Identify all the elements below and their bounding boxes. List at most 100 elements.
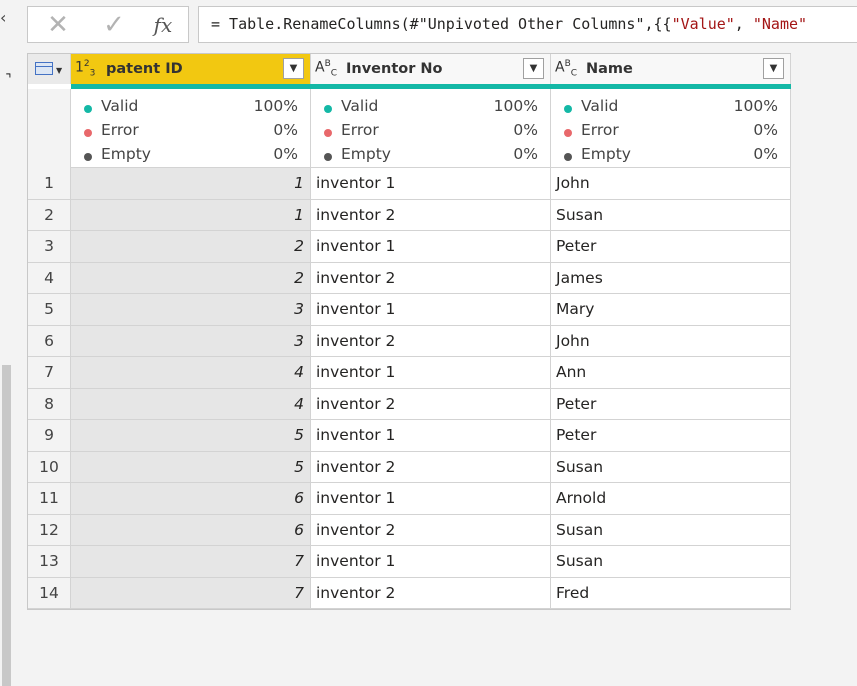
- row-number[interactable]: 8: [28, 388, 71, 419]
- column-header-patent-id[interactable]: 123 patent ID ▼: [71, 54, 311, 84]
- cell-name[interactable]: Susan: [551, 199, 791, 230]
- row-number[interactable]: 9: [28, 420, 71, 451]
- cell-patent-id[interactable]: 5: [71, 451, 311, 482]
- cell-name[interactable]: Peter: [551, 231, 791, 262]
- cell-name[interactable]: Ann: [551, 357, 791, 388]
- table-row[interactable]: 4 2 inventor 2 James: [28, 262, 791, 294]
- cell-inventor-no[interactable]: inventor 1: [311, 546, 551, 577]
- cancel-icon[interactable]: ✕: [38, 7, 78, 42]
- cell-patent-id[interactable]: 3: [71, 325, 311, 356]
- table-row[interactable]: 6 3 inventor 2 John: [28, 325, 791, 357]
- valid-percent: 100%: [493, 97, 538, 115]
- row-number[interactable]: 11: [28, 483, 71, 514]
- cell-inventor-no[interactable]: inventor 1: [311, 231, 551, 262]
- cell-name[interactable]: Mary: [551, 294, 791, 325]
- row-number[interactable]: 4: [28, 262, 71, 293]
- row-number[interactable]: 14: [28, 577, 71, 608]
- cell-patent-id[interactable]: 4: [71, 357, 311, 388]
- cell-inventor-no[interactable]: inventor 1: [311, 420, 551, 451]
- text-type-icon[interactable]: ABC: [555, 59, 577, 78]
- cell-patent-id[interactable]: 1: [71, 168, 311, 199]
- row-number[interactable]: 12: [28, 514, 71, 545]
- left-scrollbar[interactable]: [2, 365, 11, 686]
- cell-patent-id[interactable]: 7: [71, 577, 311, 608]
- cell-patent-id[interactable]: 4: [71, 388, 311, 419]
- whole-number-type-icon[interactable]: 123: [75, 59, 95, 78]
- row-number[interactable]: 5: [28, 294, 71, 325]
- row-number[interactable]: 2: [28, 199, 71, 230]
- cell-inventor-no[interactable]: inventor 2: [311, 577, 551, 608]
- text-type-icon[interactable]: ABC: [315, 59, 337, 78]
- cell-inventor-no[interactable]: inventor 1: [311, 357, 551, 388]
- filter-dropdown-icon[interactable]: ▼: [763, 58, 784, 79]
- cell-patent-id[interactable]: 6: [71, 514, 311, 545]
- table-body: 1 1 inventor 1 John 2 1 inventor 2 Susan 3 2 inven…: [28, 168, 791, 609]
- left-panel-edge: ‹ ⌃: [0, 0, 16, 686]
- column-header-name[interactable]: ABC Name ▼: [551, 54, 791, 84]
- cell-patent-id[interactable]: 1: [71, 199, 311, 230]
- table-row[interactable]: 1 1 inventor 1 John: [28, 168, 791, 200]
- commit-icon[interactable]: ✓: [94, 7, 134, 42]
- table-row[interactable]: 3 2 inventor 1 Peter: [28, 231, 791, 263]
- cell-inventor-no[interactable]: inventor 2: [311, 199, 551, 230]
- empty-dot-icon: [564, 153, 572, 161]
- row-number[interactable]: 13: [28, 546, 71, 577]
- cell-inventor-no[interactable]: inventor 2: [311, 325, 551, 356]
- column-header-inventor-no[interactable]: ABC Inventor No ▼: [311, 54, 551, 84]
- cell-name[interactable]: Susan: [551, 514, 791, 545]
- cell-inventor-no[interactable]: inventor 2: [311, 388, 551, 419]
- fx-icon[interactable]: fx: [143, 7, 183, 42]
- cell-name[interactable]: Susan: [551, 546, 791, 577]
- cell-name[interactable]: John: [551, 325, 791, 356]
- table-row[interactable]: 2 1 inventor 2 Susan: [28, 199, 791, 231]
- row-number[interactable]: 10: [28, 451, 71, 482]
- quality-cell-patent-id[interactable]: Valid 100% Error 0% Empty 0%: [71, 89, 311, 173]
- cell-patent-id[interactable]: 3: [71, 294, 311, 325]
- row-number[interactable]: 6: [28, 325, 71, 356]
- cell-patent-id[interactable]: 5: [71, 420, 311, 451]
- table-row[interactable]: 12 6 inventor 2 Susan: [28, 514, 791, 546]
- table-row[interactable]: 7 4 inventor 1 Ann: [28, 357, 791, 389]
- quality-cell-name[interactable]: Valid 100% Error 0% Empty 0%: [551, 89, 791, 173]
- table-row[interactable]: 9 5 inventor 1 Peter: [28, 420, 791, 452]
- filter-dropdown-icon[interactable]: ▼: [283, 58, 304, 79]
- cell-patent-id[interactable]: 7: [71, 546, 311, 577]
- cell-name[interactable]: Arnold: [551, 483, 791, 514]
- filter-dropdown-icon[interactable]: ▼: [523, 58, 544, 79]
- valid-label: Valid: [341, 97, 379, 115]
- cell-inventor-no[interactable]: inventor 1: [311, 168, 551, 199]
- valid-label: Valid: [101, 97, 139, 115]
- row-number[interactable]: 7: [28, 357, 71, 388]
- empty-percent: 0%: [273, 145, 298, 163]
- cell-name[interactable]: James: [551, 262, 791, 293]
- cell-patent-id[interactable]: 6: [71, 483, 311, 514]
- row-number[interactable]: 3: [28, 231, 71, 262]
- formula-input[interactable]: = Table.RenameColumns(#"Unpivoted Other …: [198, 6, 857, 43]
- cell-inventor-no[interactable]: inventor 2: [311, 514, 551, 545]
- table-row[interactable]: 8 4 inventor 2 Peter: [28, 388, 791, 420]
- cell-inventor-no[interactable]: inventor 2: [311, 262, 551, 293]
- table-row[interactable]: 13 7 inventor 1 Susan: [28, 546, 791, 578]
- formula-string-name: "Name": [752, 15, 808, 33]
- table-row[interactable]: 5 3 inventor 1 Mary: [28, 294, 791, 326]
- collapse-chevron-icon[interactable]: ‹: [0, 8, 6, 27]
- table-row[interactable]: 11 6 inventor 1 Arnold: [28, 483, 791, 515]
- cell-inventor-no[interactable]: inventor 1: [311, 483, 551, 514]
- table-row[interactable]: 14 7 inventor 2 Fred: [28, 577, 791, 609]
- row-number[interactable]: 1: [28, 168, 71, 199]
- cell-name[interactable]: Peter: [551, 388, 791, 419]
- cell-inventor-no[interactable]: inventor 1: [311, 294, 551, 325]
- formula-controls: ✕ ✓ fx: [27, 6, 189, 43]
- cell-name[interactable]: Fred: [551, 577, 791, 608]
- cell-name[interactable]: Susan: [551, 451, 791, 482]
- expand-arrow-icon[interactable]: ⌃: [0, 68, 16, 88]
- quality-cell-inventor-no[interactable]: Valid 100% Error 0% Empty 0%: [311, 89, 551, 173]
- table-row[interactable]: 10 5 inventor 2 Susan: [28, 451, 791, 483]
- cell-patent-id[interactable]: 2: [71, 262, 311, 293]
- cell-patent-id[interactable]: 2: [71, 231, 311, 262]
- cell-inventor-no[interactable]: inventor 2: [311, 451, 551, 482]
- cell-name[interactable]: John: [551, 168, 791, 199]
- table-menu-button[interactable]: ▼: [28, 54, 71, 84]
- cell-name[interactable]: Peter: [551, 420, 791, 451]
- empty-label: Empty: [341, 145, 391, 163]
